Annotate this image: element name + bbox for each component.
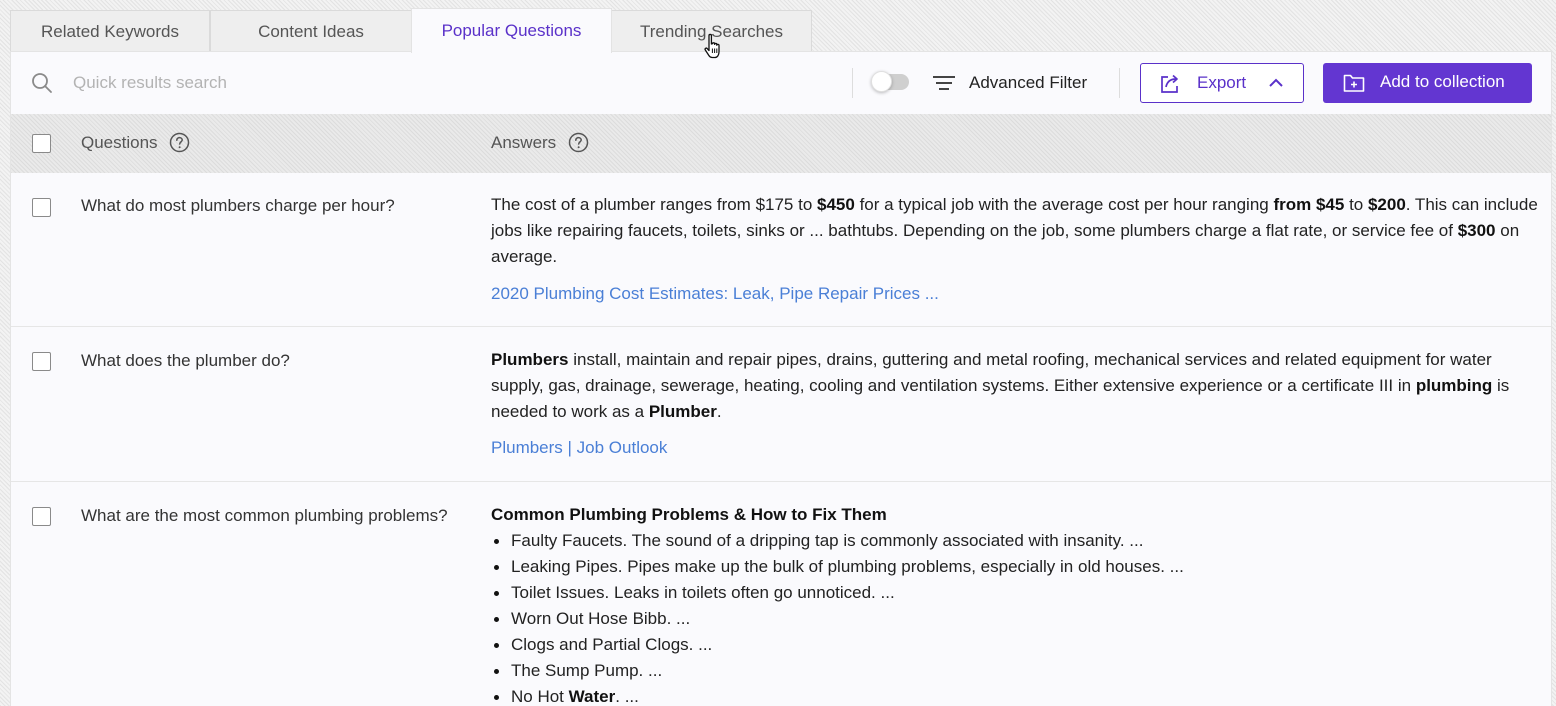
- answer-list: Common Plumbing Problems & How to Fix Th…: [491, 502, 1541, 706]
- tab-content-ideas[interactable]: Content Ideas: [210, 10, 412, 52]
- search-icon: [32, 73, 52, 93]
- question-text: What are the most common plumbing proble…: [81, 506, 448, 525]
- toolbar-divider: [1119, 68, 1120, 98]
- list-item: Leaking Pipes. Pipes make up the bulk of…: [491, 554, 1541, 580]
- export-icon: [1161, 74, 1178, 93]
- export-label: Export: [1197, 73, 1247, 92]
- text-run: .: [716, 402, 722, 421]
- text-run: . ...: [615, 687, 639, 706]
- bold-text: $200: [1367, 195, 1406, 214]
- help-icon[interactable]: [169, 132, 190, 153]
- select-all-checkbox[interactable]: [32, 134, 51, 153]
- advanced-filter-button[interactable]: Advanced Filter: [933, 68, 1087, 98]
- bold-text: plumbing: [1415, 376, 1493, 395]
- hand-cursor-icon: [704, 33, 720, 59]
- bold-text: $450: [817, 195, 855, 214]
- advanced-filter-label: Advanced Filter: [969, 73, 1088, 92]
- list-item: Clogs and Partial Clogs. ...: [491, 632, 1541, 658]
- bold-text: Plumbers: [491, 350, 569, 369]
- list-item: Worn Out Hose Bibb. ...: [491, 606, 1541, 632]
- popular-questions-panel: Advanced Filter Export Add to collection…: [10, 51, 1552, 706]
- answer-text: The cost of a plumber ranges from $175 t…: [491, 192, 1541, 270]
- answer-list-title: Common Plumbing Problems & How to Fix Th…: [491, 505, 887, 524]
- answer-text: Plumbers install, maintain and repair pi…: [491, 347, 1541, 425]
- question-text: What does the plumber do?: [81, 351, 290, 370]
- toggle-knob: [871, 71, 892, 92]
- list-item: The Sump Pump. ...: [491, 658, 1541, 684]
- text-run: The Sump Pump. ...: [511, 661, 663, 680]
- bold-text: Water: [568, 687, 616, 706]
- help-icon[interactable]: [568, 132, 589, 153]
- bold-text: $300: [1457, 221, 1496, 240]
- add-to-collection-label: Add to collection: [1380, 72, 1505, 91]
- table-row: What are the most common plumbing proble…: [11, 482, 1551, 706]
- folder-plus-icon: [1343, 74, 1365, 92]
- list-item: No Hot Water. ...: [491, 684, 1541, 706]
- bold-text: from $45: [1273, 195, 1345, 214]
- tab-popular-questions[interactable]: Popular Questions: [411, 8, 612, 53]
- text-run: Leaking Pipes. Pipes make up the bulk of…: [511, 557, 1184, 576]
- list-item: Faulty Faucets. The sound of a dripping …: [491, 528, 1541, 554]
- text-run: Faulty Faucets. The sound of a dripping …: [511, 531, 1144, 550]
- text-run: Worn Out Hose Bibb. ...: [511, 609, 691, 628]
- chevron-up-icon: [1269, 78, 1283, 87]
- filter-icon: [933, 76, 955, 90]
- answer-bullet-list: Faulty Faucets. The sound of a dripping …: [491, 528, 1541, 706]
- row-checkbox[interactable]: [32, 507, 51, 526]
- text-run: The cost of a plumber ranges from $175 t…: [491, 195, 818, 214]
- answers-column-header: Answers: [491, 133, 557, 152]
- row-checkbox[interactable]: [32, 352, 51, 371]
- add-to-collection-button[interactable]: Add to collection: [1323, 63, 1532, 103]
- text-run: No Hot: [511, 687, 569, 706]
- text-run: to: [1344, 195, 1368, 214]
- toolbar: Advanced Filter Export Add to collection: [11, 52, 1551, 114]
- answer-source-link[interactable]: Plumbers | Job Outlook: [491, 438, 667, 458]
- answer-source-link[interactable]: 2020 Plumbing Cost Estimates: Leak, Pipe…: [491, 284, 939, 304]
- bold-text: Plumber: [648, 402, 717, 421]
- table-row: What do most plumbers charge per hour? T…: [11, 173, 1551, 327]
- text-run: Toilet Issues. Leaks in toilets often go…: [511, 583, 895, 602]
- table-row: What does the plumber do? Plumbers insta…: [11, 327, 1551, 482]
- row-checkbox[interactable]: [32, 198, 51, 217]
- quick-results-search-input[interactable]: [63, 67, 823, 99]
- text-run: Clogs and Partial Clogs. ...: [511, 635, 713, 654]
- text-run: for a typical job with the average cost …: [854, 195, 1274, 214]
- tab-related-keywords[interactable]: Related Keywords: [10, 10, 210, 52]
- filter-toggle[interactable]: [871, 71, 909, 92]
- export-button[interactable]: Export: [1140, 63, 1304, 103]
- table-header: Questions Answers: [11, 114, 1551, 173]
- text-run: install, maintain and repair pipes, drai…: [491, 350, 1492, 395]
- questions-column-header: Questions: [81, 133, 158, 152]
- question-text: What do most plumbers charge per hour?: [81, 196, 395, 215]
- toolbar-divider: [852, 68, 853, 98]
- list-item: Toilet Issues. Leaks in toilets often go…: [491, 580, 1541, 606]
